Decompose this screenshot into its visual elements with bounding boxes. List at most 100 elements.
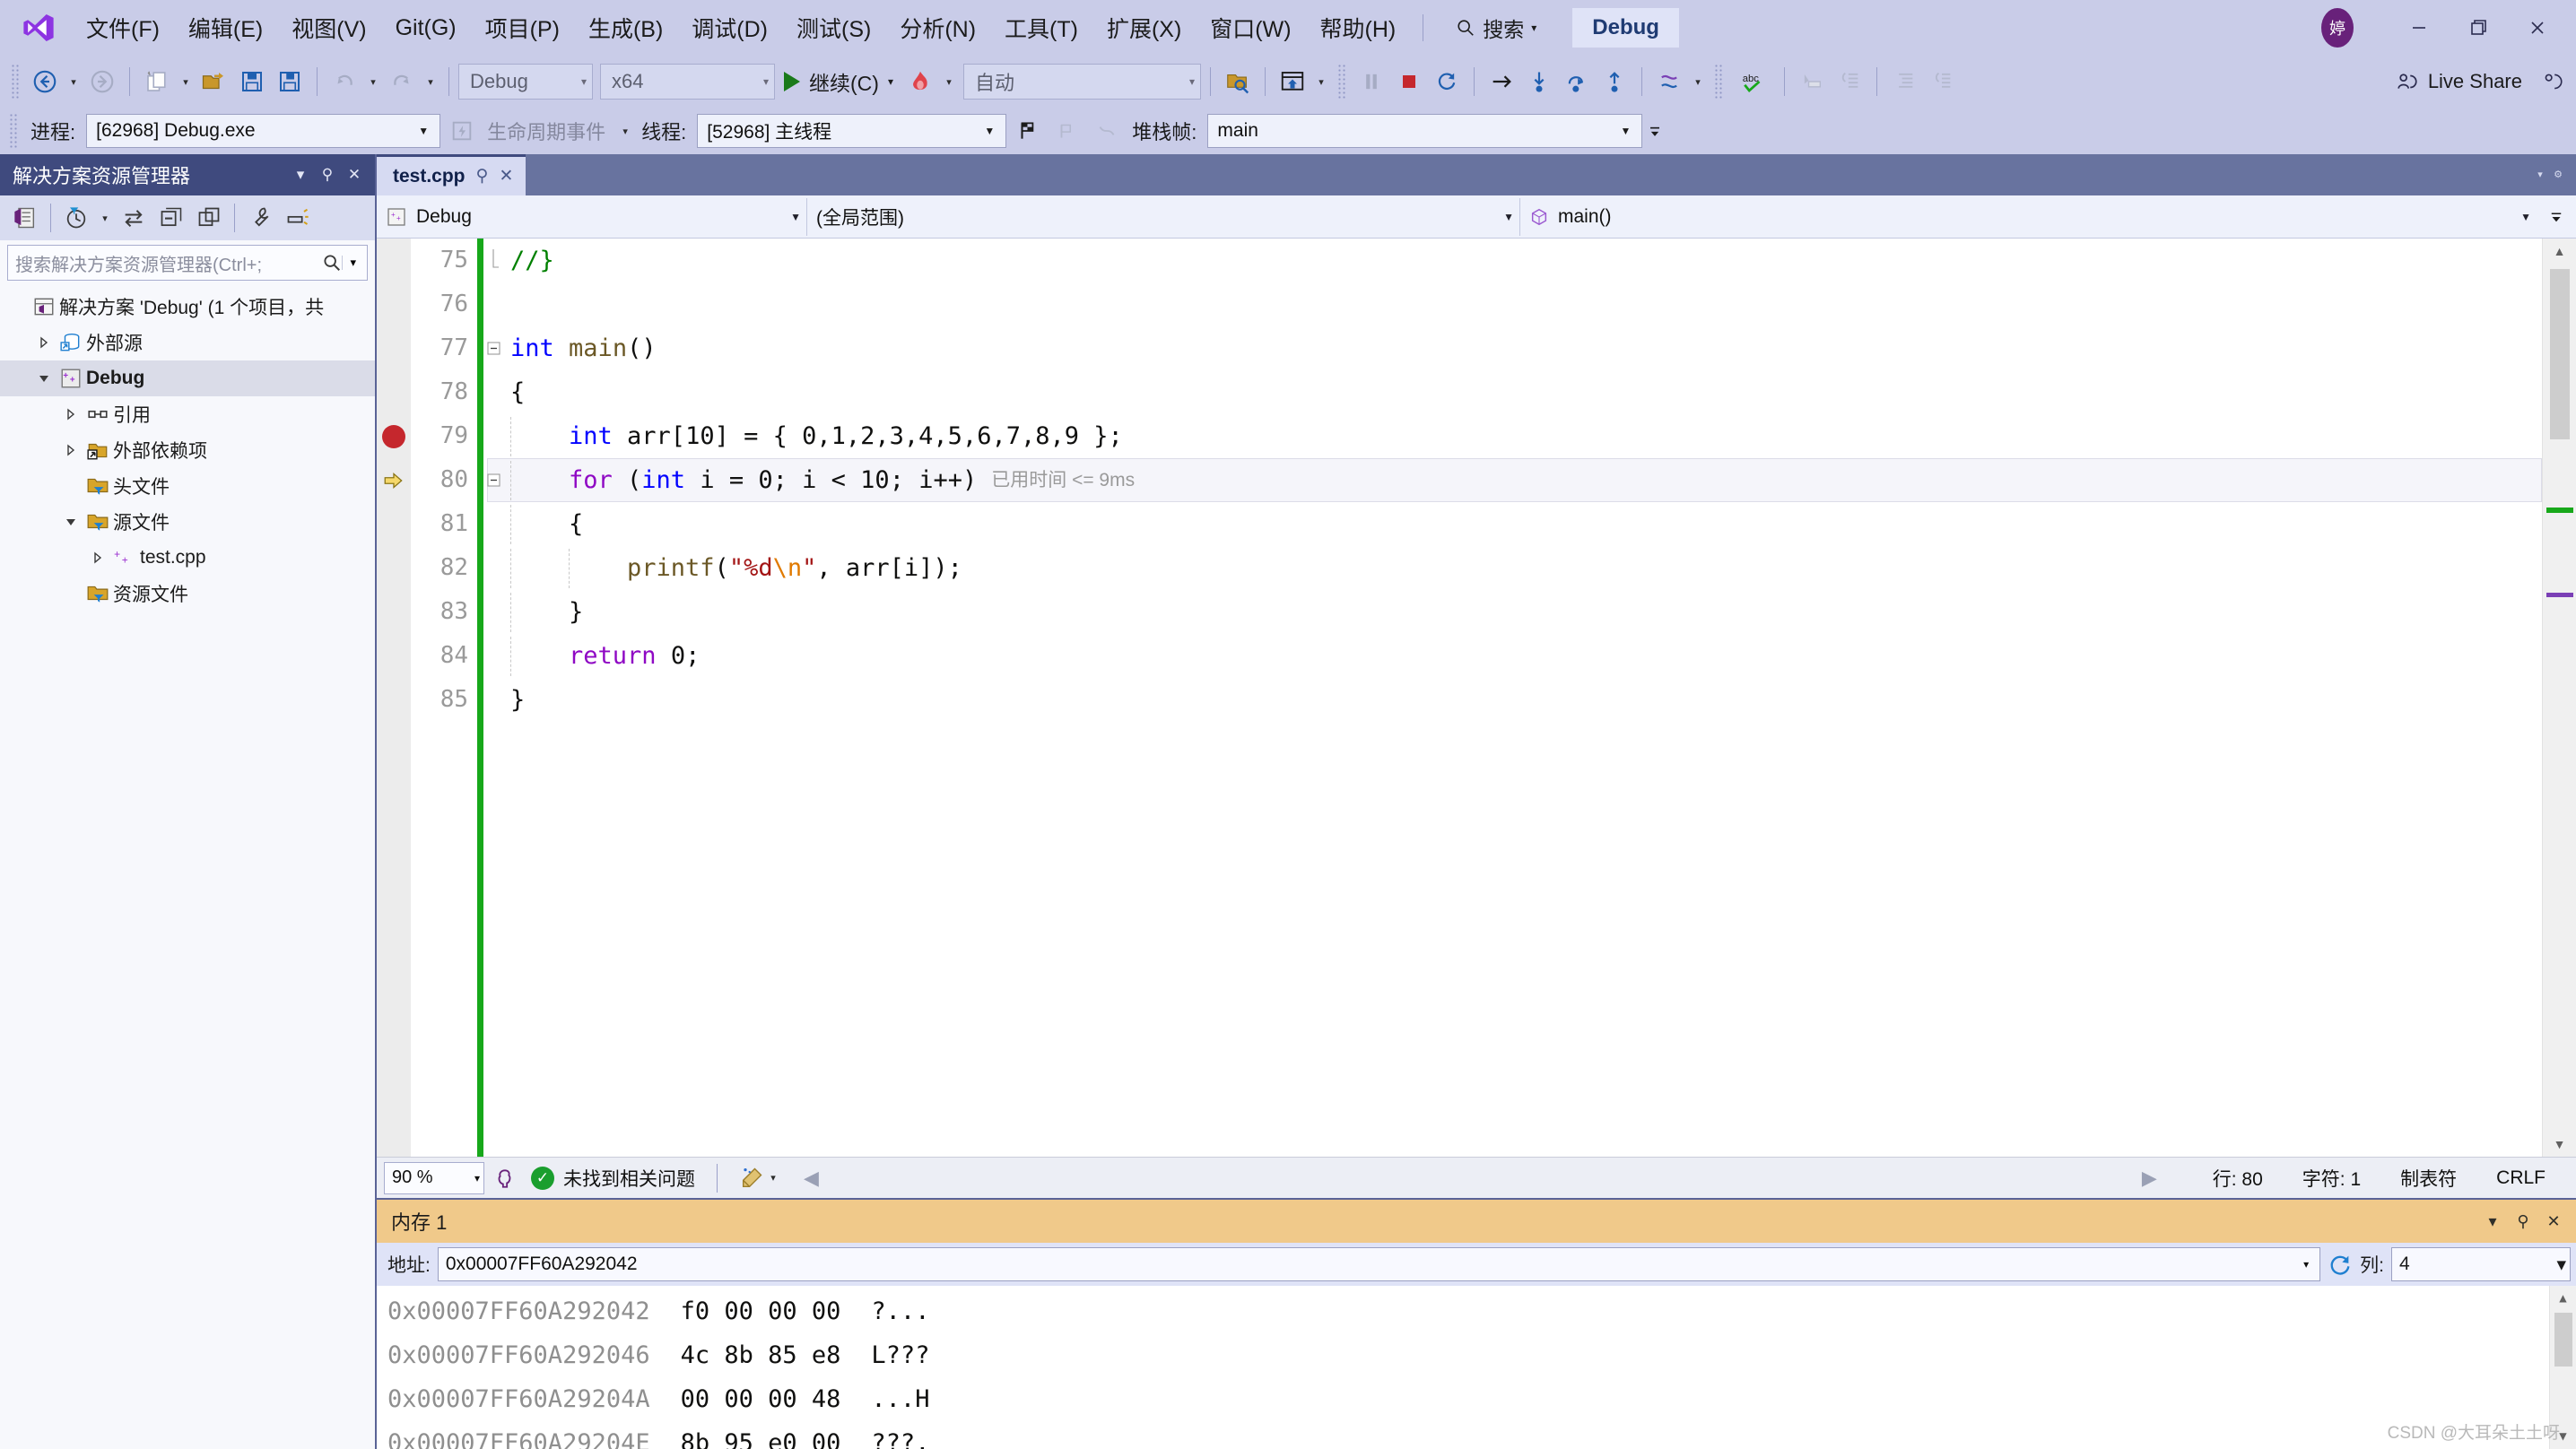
thread-marker-icon[interactable]	[1651, 62, 1687, 101]
tree-item[interactable]: + + test.cpp	[0, 540, 375, 576]
auto-combo[interactable]: 自动 ▾	[962, 64, 1201, 100]
twisty-icon[interactable]	[59, 444, 83, 456]
code-line[interactable]: }	[487, 678, 2542, 722]
scroll-thumb[interactable]	[2550, 269, 2570, 439]
sync-with-active-document-icon[interactable]	[116, 198, 152, 238]
continue-button[interactable]: 继续(C) ▾	[777, 63, 901, 100]
menu-analyze[interactable]: 分析(N)	[885, 6, 990, 49]
debug-bar-grip[interactable]	[9, 113, 18, 149]
toolbar-grip[interactable]	[11, 64, 20, 100]
tree-item[interactable]: 资源文件	[0, 576, 375, 612]
chevron-down-icon[interactable]: ▾	[888, 75, 893, 88]
code-line[interactable]: //}	[487, 239, 2542, 282]
chevron-down-icon[interactable]: ▾	[342, 256, 363, 270]
profile-badge[interactable]: Debug	[1572, 8, 1679, 48]
code-cleanup-icon[interactable]	[739, 1166, 764, 1191]
process-combo[interactable]: [62968] Debug.exe ▼	[86, 114, 441, 148]
address-input[interactable]: 0x00007FF60A292042 ▾	[437, 1247, 2321, 1281]
refresh-icon[interactable]	[2328, 1252, 2353, 1277]
preview-selected-items-icon[interactable]	[280, 198, 316, 238]
code-text[interactable]: //} int main(){int arr[10] = { 0,1,2,3,4,…	[483, 239, 2542, 1157]
scroll-down-icon[interactable]: ▼	[2559, 1424, 2566, 1449]
scroll-up-icon[interactable]: ▲	[2559, 1286, 2566, 1311]
zoom-combo[interactable]: 90 % ▾	[384, 1161, 484, 1194]
save-icon[interactable]	[234, 62, 270, 101]
restart-icon[interactable]	[1429, 62, 1465, 101]
menu-debug[interactable]: 调试(D)	[677, 6, 782, 49]
redo-dropdown[interactable]: ▾	[422, 62, 439, 101]
spell-check-icon[interactable]: abc	[1730, 62, 1775, 101]
solution-config-combo[interactable]: Debug ▾	[458, 64, 593, 100]
chevron-down-icon[interactable]: ▾	[1531, 22, 1536, 34]
memory-row[interactable]: 0x00007FF60A292046 4c 8b 85 e8 L???	[387, 1333, 2549, 1377]
tree-item[interactable]: 源文件	[0, 504, 375, 540]
flag-thread-icon[interactable]	[1010, 111, 1046, 151]
code-line[interactable]: for (int i = 0; i < 10; i++) 已用时间 <= 9ms	[487, 458, 2542, 502]
code-line[interactable]: }	[487, 590, 2542, 634]
prev-issue-icon[interactable]: ◀	[804, 1167, 819, 1190]
twisty-icon[interactable]	[32, 336, 56, 349]
code-line[interactable]: return 0;	[487, 634, 2542, 678]
breakpoint-gutter[interactable]	[377, 239, 411, 1157]
pin-icon[interactable]: ⚲	[476, 166, 489, 187]
current-statement-marker[interactable]	[377, 458, 411, 502]
fold-glyph[interactable]	[487, 342, 510, 355]
pin-icon[interactable]: ⚲	[2508, 1212, 2538, 1231]
code-line[interactable]: printf(" %d \n ", arr[i]);	[487, 546, 2542, 590]
debug-toolbar-grip[interactable]	[1336, 64, 1346, 100]
properties-icon[interactable]	[242, 198, 278, 238]
menu-help[interactable]: 帮助(H)	[1306, 6, 1411, 49]
tree-item[interactable]: 引用	[0, 396, 375, 432]
solution-view-icon[interactable]	[7, 198, 43, 238]
memory-rows[interactable]: 0x00007FF60A292042 f0 00 00 00?... 0x00007…	[377, 1286, 2549, 1449]
code-editor[interactable]: 75 76 77 78 79 80 81 82 83 84 85 //} int main() {int…	[377, 239, 2576, 1157]
collapse-all-icon[interactable]	[153, 198, 189, 238]
fold-glyph[interactable]	[487, 473, 510, 487]
save-all-icon[interactable]	[272, 62, 308, 101]
stackframe-combo[interactable]: main ▼	[1207, 114, 1643, 148]
twisty-icon[interactable]	[32, 372, 56, 385]
nav-scope-combo[interactable]: (全局范围) ▼	[807, 197, 1520, 236]
nav-project-combo[interactable]: + + Debug ▼	[377, 197, 807, 236]
memory-content[interactable]: 0x00007FF60A292042 f0 00 00 00?... 0x00007…	[377, 1286, 2576, 1449]
fold-glyph[interactable]	[487, 248, 510, 273]
twisty-icon[interactable]	[59, 516, 83, 528]
menu-project[interactable]: 项目(P)	[471, 6, 574, 49]
pin-icon[interactable]: ⚲	[314, 166, 341, 184]
minimize-button[interactable]	[2389, 2, 2449, 54]
memory-row[interactable]: 0x00007FF60A292042 f0 00 00 00?...	[387, 1289, 2549, 1333]
window-layout-dropdown[interactable]: ▾	[1312, 62, 1330, 101]
code-line[interactable]: int arr[10] = { 0,1,2,3,4,5,6,7,8,9 };	[487, 414, 2542, 458]
breakpoint-dot-icon[interactable]	[382, 424, 405, 448]
chevron-down-icon[interactable]: ▾	[2477, 1212, 2508, 1231]
code-cleanup-dropdown[interactable]: ▾	[764, 1158, 782, 1198]
nav-member-combo[interactable]: main() ▼	[1520, 198, 2537, 236]
live-share-button[interactable]: Live Share	[2385, 70, 2533, 93]
nav-expand-icon[interactable]	[2537, 207, 2576, 227]
tree-item[interactable]: 外部源	[0, 325, 375, 360]
thread-dropdown[interactable]: ▾	[1689, 62, 1707, 101]
next-issue-icon[interactable]: ▶	[2142, 1167, 2157, 1190]
step-over-icon[interactable]	[1559, 62, 1595, 101]
global-search[interactable]: 搜索 ▾	[1447, 9, 1545, 47]
undo-dropdown[interactable]: ▾	[364, 62, 382, 101]
find-in-files-icon[interactable]	[1220, 62, 1256, 101]
hot-reload-dropdown[interactable]: ▾	[940, 62, 958, 101]
search-icon[interactable]	[322, 253, 342, 273]
code-line[interactable]: int main()	[487, 326, 2542, 370]
tabstrip-settings-icon[interactable]: ⚙	[2549, 154, 2567, 194]
tree-item[interactable]: + + Debug	[0, 360, 375, 396]
close-icon[interactable]: ✕	[2538, 1212, 2569, 1231]
feedback-icon[interactable]	[2535, 62, 2571, 101]
intellicode-icon[interactable]	[493, 1167, 517, 1190]
home-window-icon[interactable]	[1275, 62, 1310, 101]
close-icon[interactable]: ✕	[341, 166, 368, 184]
scroll-down-icon[interactable]: ▼	[2554, 1132, 2566, 1157]
hot-reload-icon[interactable]	[902, 62, 938, 101]
thread-combo[interactable]: [52968] 主线程 ▼	[697, 114, 1007, 148]
platform-combo[interactable]: x64 ▾	[600, 64, 775, 100]
menu-file[interactable]: 文件(F)	[72, 6, 174, 49]
pending-changes-dropdown[interactable]: ▾	[96, 198, 114, 238]
memory-row[interactable]: 0x00007FF60A29204A 00 00 00 48 ...H	[387, 1377, 2549, 1421]
step-out-icon[interactable]	[1597, 62, 1632, 101]
